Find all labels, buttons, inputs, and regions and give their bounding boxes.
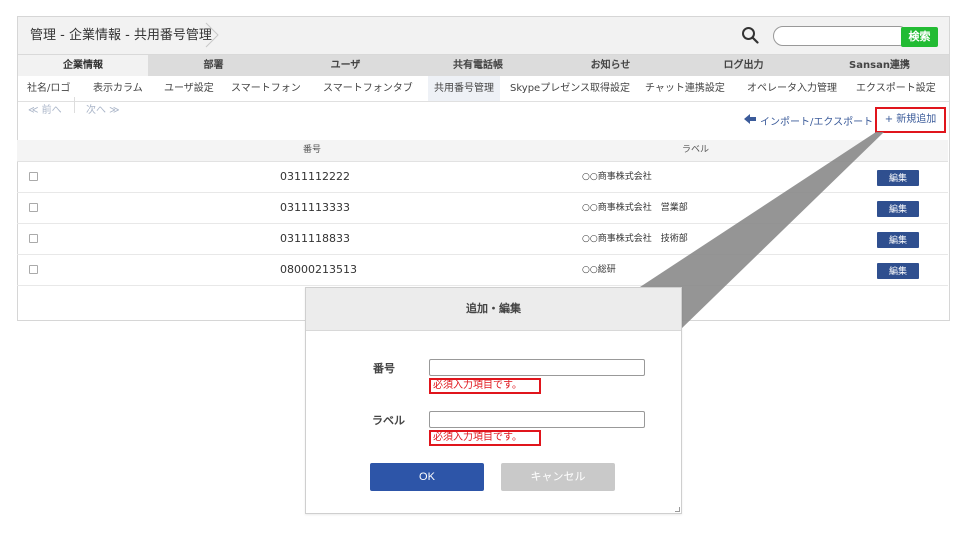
dialog-title: 追加・編集 <box>466 302 521 315</box>
number-field-label: 番号 <box>373 362 395 375</box>
number-required-error: 必須入力項目です。 <box>429 378 541 394</box>
label-input[interactable] <box>429 411 645 428</box>
label-required-error: 必須入力項目です。 <box>429 430 541 446</box>
dialog-header: 追加・編集 <box>306 288 681 331</box>
resize-handle[interactable] <box>675 507 680 512</box>
label-field-label: ラベル <box>372 414 405 427</box>
number-input[interactable] <box>429 359 645 376</box>
ok-button[interactable]: OK <box>370 463 484 491</box>
cancel-button[interactable]: キャンセル <box>501 463 615 491</box>
add-edit-dialog: 追加・編集 番号 必須入力項目です。 ラベル 必須入力項目です。 OK キャンセ… <box>305 287 682 514</box>
